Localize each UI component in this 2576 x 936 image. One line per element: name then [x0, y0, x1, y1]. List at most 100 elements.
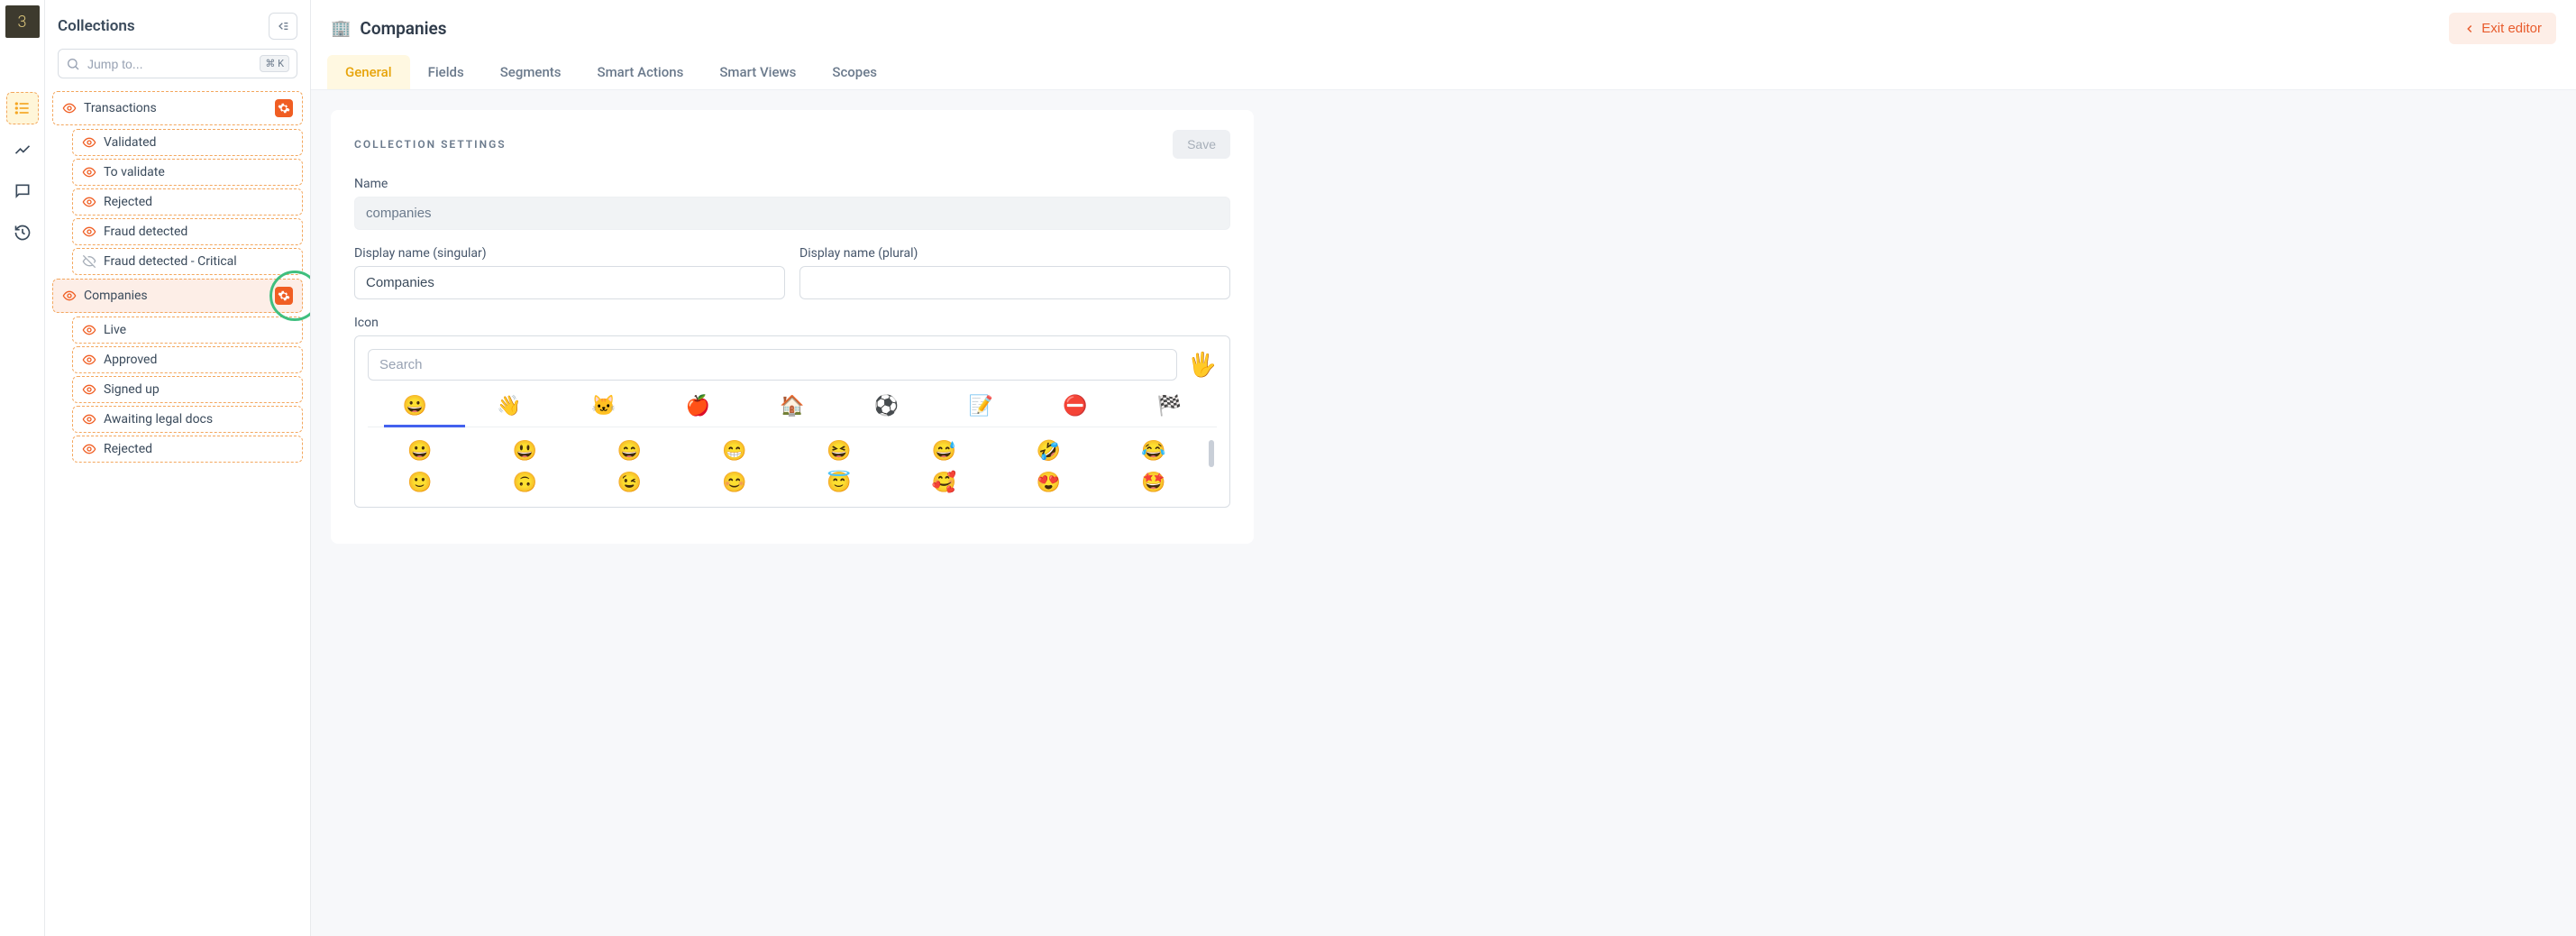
collection-transactions[interactable]: Transactions [52, 91, 303, 125]
segment-label: Awaiting legal docs [104, 412, 213, 427]
category-underline [384, 425, 465, 427]
emoji-category-0[interactable]: 😀 [392, 395, 437, 418]
emoji-option[interactable]: 🥰 [900, 472, 987, 494]
rail-messages-icon[interactable] [6, 175, 39, 207]
gear-icon[interactable] [275, 287, 293, 305]
collapse-sidebar-button[interactable] [269, 13, 297, 40]
segment-label: Signed up [104, 382, 160, 397]
icon-label: Icon [354, 316, 1230, 330]
rail-collections-icon[interactable] [6, 92, 39, 124]
search-input-container[interactable]: ⌘ K [58, 49, 297, 78]
eye-icon [82, 382, 96, 397]
segment-item[interactable]: To validate [72, 159, 303, 186]
eye-icon [82, 225, 96, 239]
app-logo[interactable]: 3 [5, 5, 40, 38]
segment-label: Validated [104, 135, 156, 150]
emoji-option[interactable]: 😍 [1006, 472, 1092, 494]
emoji-category-1[interactable]: 👋 [487, 395, 532, 418]
rail-history-icon[interactable] [6, 216, 39, 249]
segment-label: Rejected [104, 195, 152, 209]
segment-item[interactable]: Approved [72, 346, 303, 373]
name-input [354, 197, 1230, 230]
eye-off-icon [82, 254, 96, 269]
save-button[interactable]: Save [1173, 130, 1230, 159]
display-plural-label: Display name (plural) [799, 246, 1230, 261]
collections-tree: Transactions Validated To validate Rejected… [45, 87, 310, 473]
emoji-option[interactable]: 🤣 [1006, 440, 1092, 463]
emoji-option[interactable]: 😀 [377, 440, 463, 463]
emoji-grid: 😀 😃 😄 😁 😆 😅 🤣 😂 🙂 🙃 😉 😊 😇 🥰 😍 🤩 [368, 427, 1206, 494]
emoji-category-4[interactable]: 🏠 [770, 395, 815, 418]
tab-general[interactable]: General [327, 55, 410, 89]
emoji-category-5[interactable]: ⚽ [864, 395, 909, 418]
chevron-left-icon [2463, 23, 2476, 35]
segment-item[interactable]: Fraud detected [72, 218, 303, 245]
emoji-option[interactable]: 😂 [1110, 440, 1197, 463]
emoji-scrollbar[interactable] [1206, 427, 1217, 494]
segment-label: To validate [104, 165, 165, 179]
tab-fields[interactable]: Fields [410, 55, 482, 89]
tab-smart-actions[interactable]: Smart Actions [580, 55, 702, 89]
emoji-option[interactable]: 😅 [900, 440, 987, 463]
jump-to-input[interactable] [87, 57, 252, 71]
emoji-search-input[interactable] [368, 349, 1177, 381]
eye-icon [82, 353, 96, 367]
segment-label: Fraud detected [104, 225, 187, 239]
emoji-category-3[interactable]: 🍎 [675, 395, 720, 418]
collection-label: Transactions [84, 101, 157, 115]
emoji-option[interactable]: 🙃 [481, 472, 568, 494]
eye-icon [82, 135, 96, 150]
eye-icon [82, 165, 96, 179]
emoji-option[interactable]: 😁 [691, 440, 778, 463]
eye-icon [62, 101, 77, 115]
icon-picker: 🖐️ 😀 👋 🐱 🍎 🏠 ⚽ 📝 ⛔ 🏁 😀 😃 😄 😁 😆 😅 🤣 😂 🙂 🙃 😉 😊 😇 🥰 😍 🤩 [354, 335, 1230, 508]
name-label: Name [354, 177, 1230, 191]
segment-item[interactable]: Validated [72, 129, 303, 156]
emoji-option[interactable]: 😉 [587, 472, 673, 494]
exit-editor-button[interactable]: Exit editor [2449, 13, 2556, 44]
emoji-category-2[interactable]: 🐱 [581, 395, 626, 418]
segment-label: Live [104, 323, 126, 337]
segment-item[interactable]: Live [72, 317, 303, 344]
eye-icon [82, 412, 96, 427]
search-icon [66, 57, 80, 71]
shortcut-hint: ⌘ K [260, 55, 289, 72]
emoji-option[interactable]: 😇 [796, 472, 882, 494]
eye-icon [82, 442, 96, 456]
emoji-category-8[interactable]: 🏁 [1147, 395, 1192, 418]
display-plural-input[interactable] [799, 266, 1230, 299]
display-singular-label: Display name (singular) [354, 246, 785, 261]
eye-icon [62, 289, 77, 303]
segment-label: Rejected [104, 442, 152, 456]
selected-emoji[interactable]: 🖐️ [1188, 352, 1217, 379]
emoji-option[interactable]: 😆 [796, 440, 882, 463]
eye-icon [82, 323, 96, 337]
emoji-option[interactable]: 😄 [587, 440, 673, 463]
tab-scopes[interactable]: Scopes [814, 55, 895, 89]
icon-rail: 3 [0, 0, 45, 936]
rail-analytics-icon[interactable] [6, 133, 39, 166]
collection-companies[interactable]: Companies [52, 279, 303, 313]
emoji-option[interactable]: 🙂 [377, 472, 463, 494]
emoji-option[interactable]: 🤩 [1110, 472, 1197, 494]
collection-label: Companies [84, 289, 148, 303]
tab-smart-views[interactable]: Smart Views [701, 55, 814, 89]
emoji-option[interactable]: 😊 [691, 472, 778, 494]
segment-item[interactable]: Rejected [72, 436, 303, 463]
segment-item[interactable]: Awaiting legal docs [72, 406, 303, 433]
segment-item[interactable]: Fraud detected - Critical [72, 248, 303, 275]
segment-label: Approved [104, 353, 157, 367]
display-singular-input[interactable] [354, 266, 785, 299]
tab-segments[interactable]: Segments [482, 55, 580, 89]
section-title: COLLECTION SETTINGS [354, 138, 507, 151]
collection-icon: 🏢 [331, 19, 351, 38]
emoji-category-6[interactable]: 📝 [958, 395, 1003, 418]
segment-item[interactable]: Signed up [72, 376, 303, 403]
eye-icon [82, 195, 96, 209]
page-title: Companies [360, 18, 446, 39]
emoji-category-7[interactable]: ⛔ [1053, 395, 1098, 418]
emoji-option[interactable]: 😃 [481, 440, 568, 463]
segment-item[interactable]: Rejected [72, 188, 303, 216]
main: 🏢 Companies Exit editor GeneralFieldsSeg… [311, 0, 2576, 936]
gear-icon[interactable] [275, 99, 293, 117]
